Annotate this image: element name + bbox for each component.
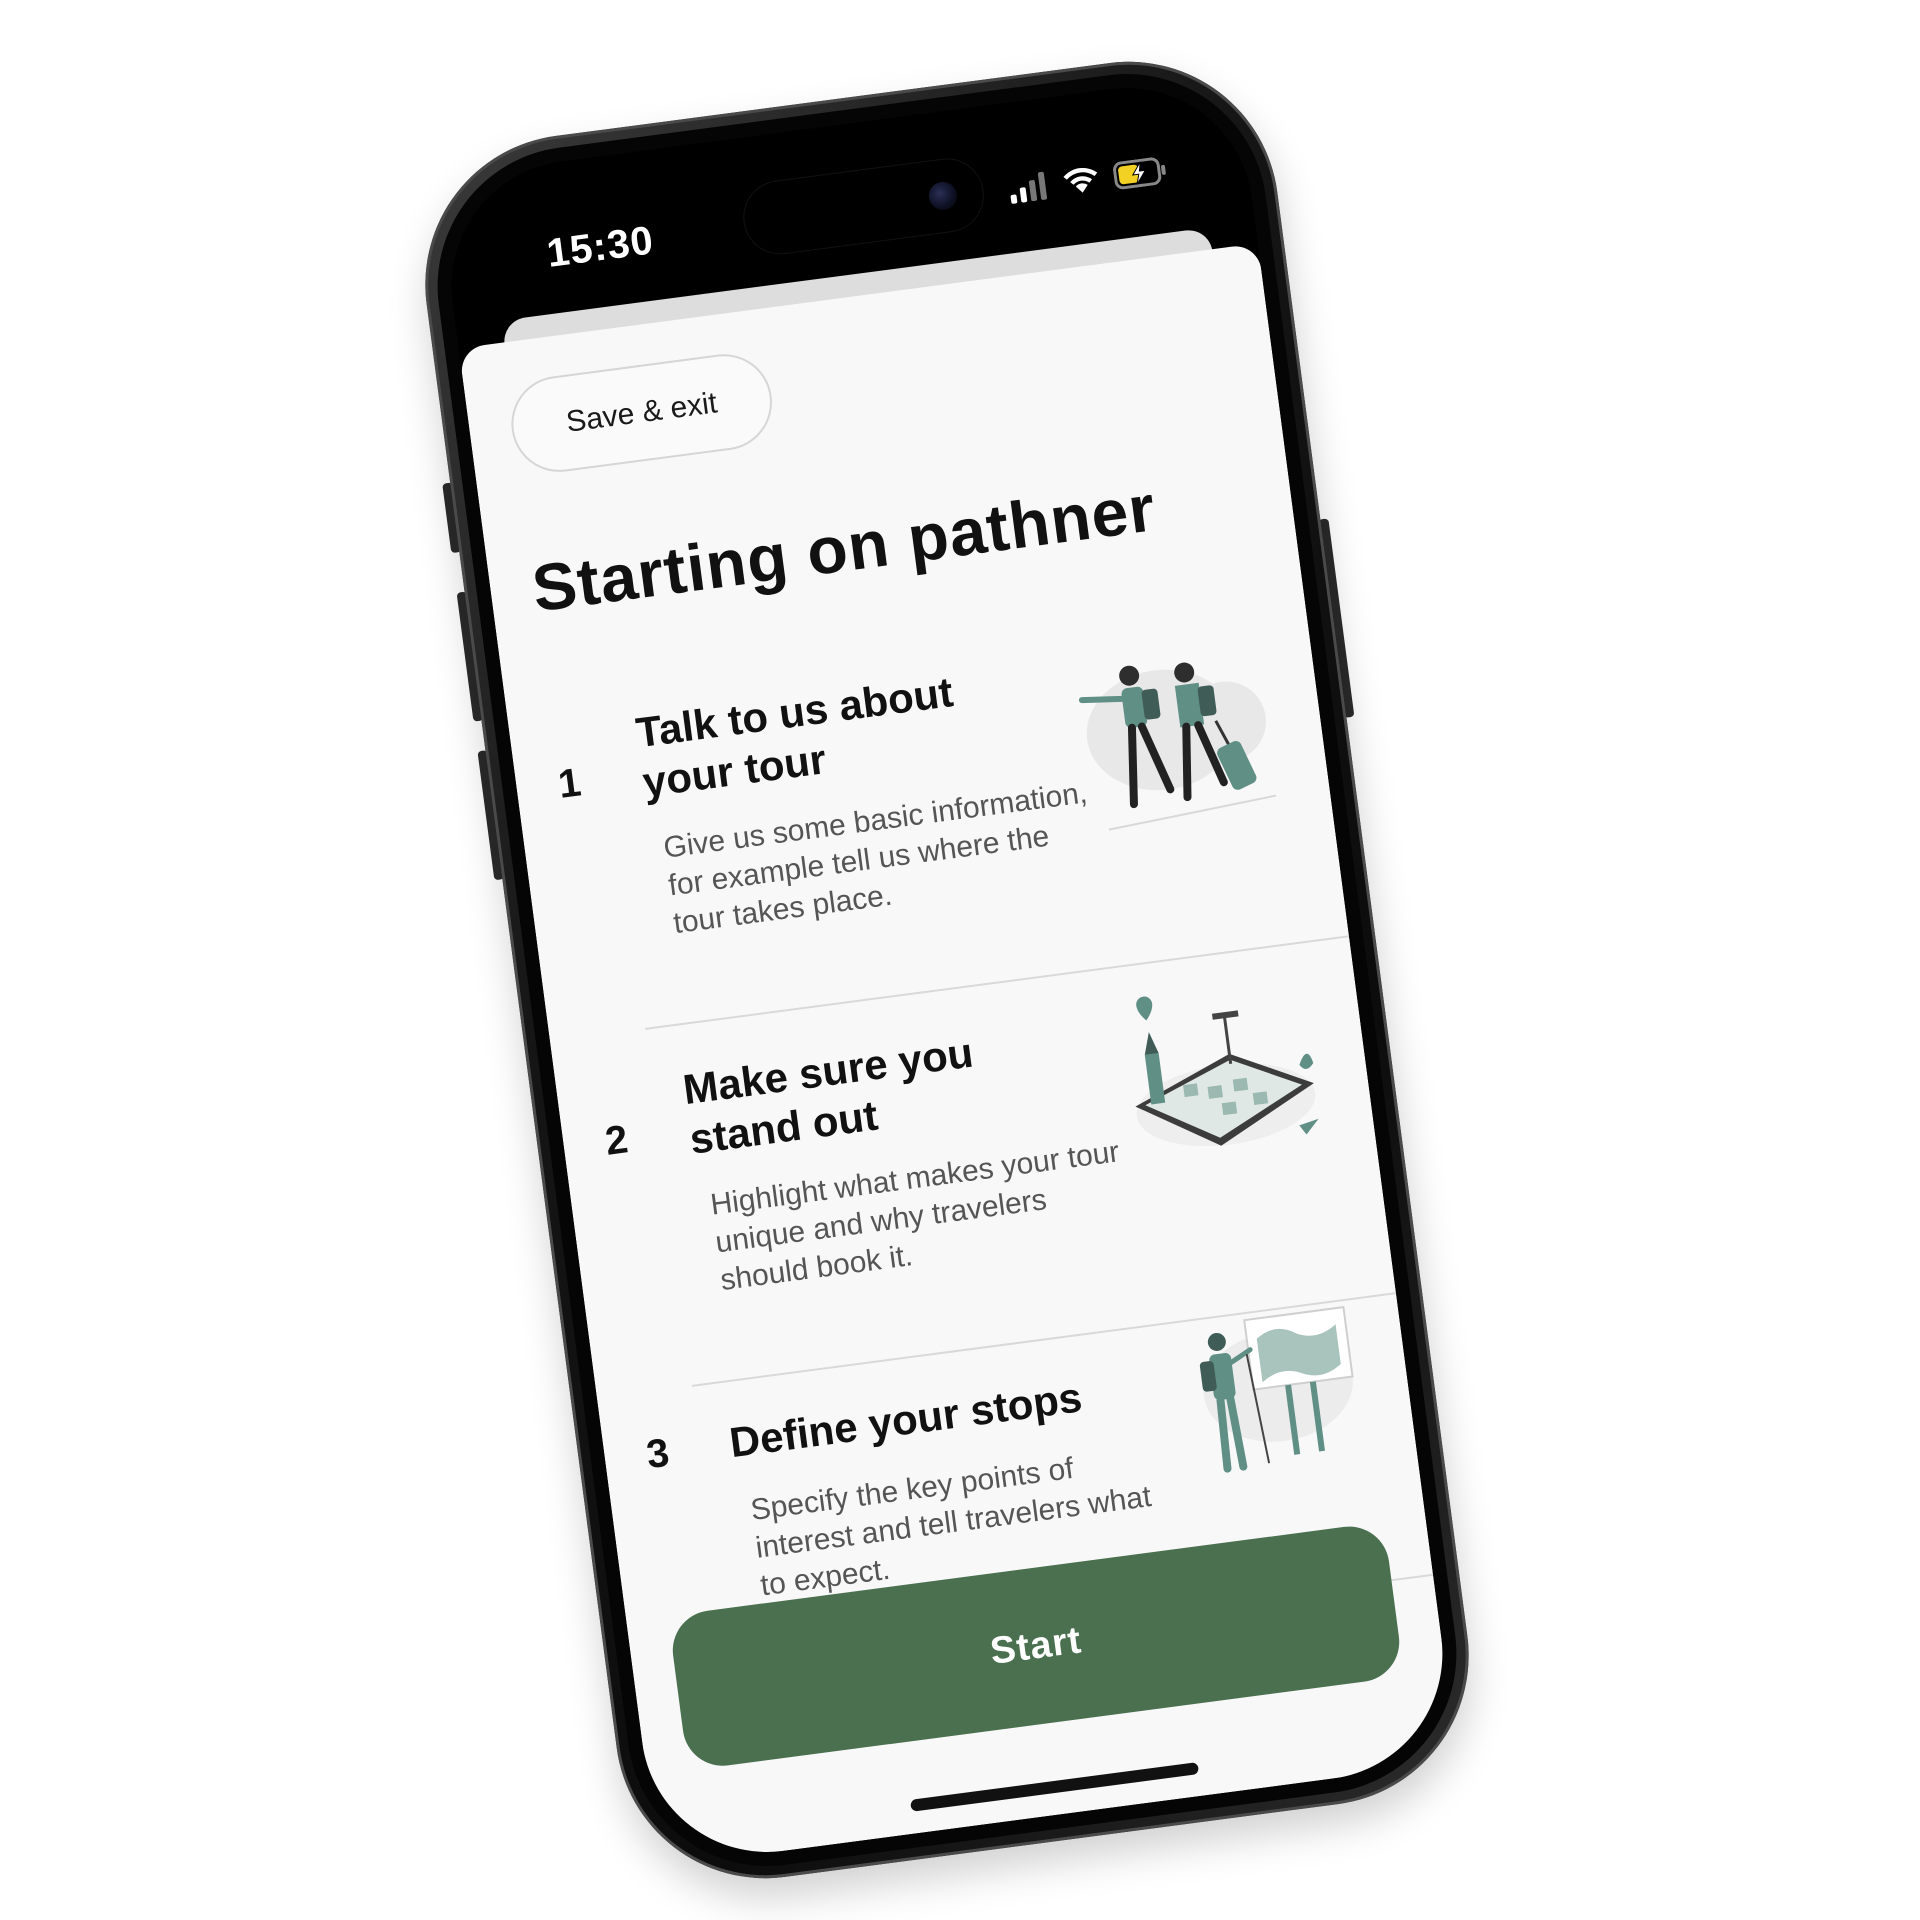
step-number: 3 — [643, 1430, 672, 1478]
step-1: 1 Talk to us about your tour Give us som… — [550, 626, 1302, 1007]
page-title: Starting on pathner — [527, 470, 1160, 626]
step-title: Make sure you stand out — [680, 1028, 976, 1163]
step-title: Talk to us about your tour — [633, 668, 956, 806]
wifi-icon — [1063, 167, 1098, 193]
step-description: Give us some basic information, for exam… — [661, 776, 1090, 941]
status-time: 15:30 — [544, 218, 657, 276]
save-exit-button[interactable]: Save & exit — [505, 348, 778, 478]
mockup-stage: 15:30 Save & exit Starting on pathner 1 … — [0, 0, 1920, 1920]
dynamic-island — [739, 154, 988, 258]
hiker-map-board-illustration — [1199, 1306, 1354, 1473]
travelers-walking-illustration — [1078, 662, 1277, 831]
signal-icon — [1010, 171, 1048, 204]
step-number: 1 — [555, 760, 584, 807]
camera-icon — [927, 180, 959, 212]
phone-mockup: 15:30 Save & exit Starting on pathner 1 … — [407, 43, 1487, 1897]
city-map-tablet-illustration — [1135, 996, 1319, 1147]
phone-screen: 15:30 Save & exit Starting on pathner 1 … — [436, 72, 1458, 1868]
status-icons — [1007, 155, 1170, 206]
step-2: 2 Make sure you stand out Highlight what… — [597, 983, 1349, 1364]
battery-charging-icon — [1113, 157, 1166, 190]
step-number: 2 — [602, 1117, 631, 1164]
step-description: Highlight what makes your tour unique an… — [708, 1135, 1122, 1298]
